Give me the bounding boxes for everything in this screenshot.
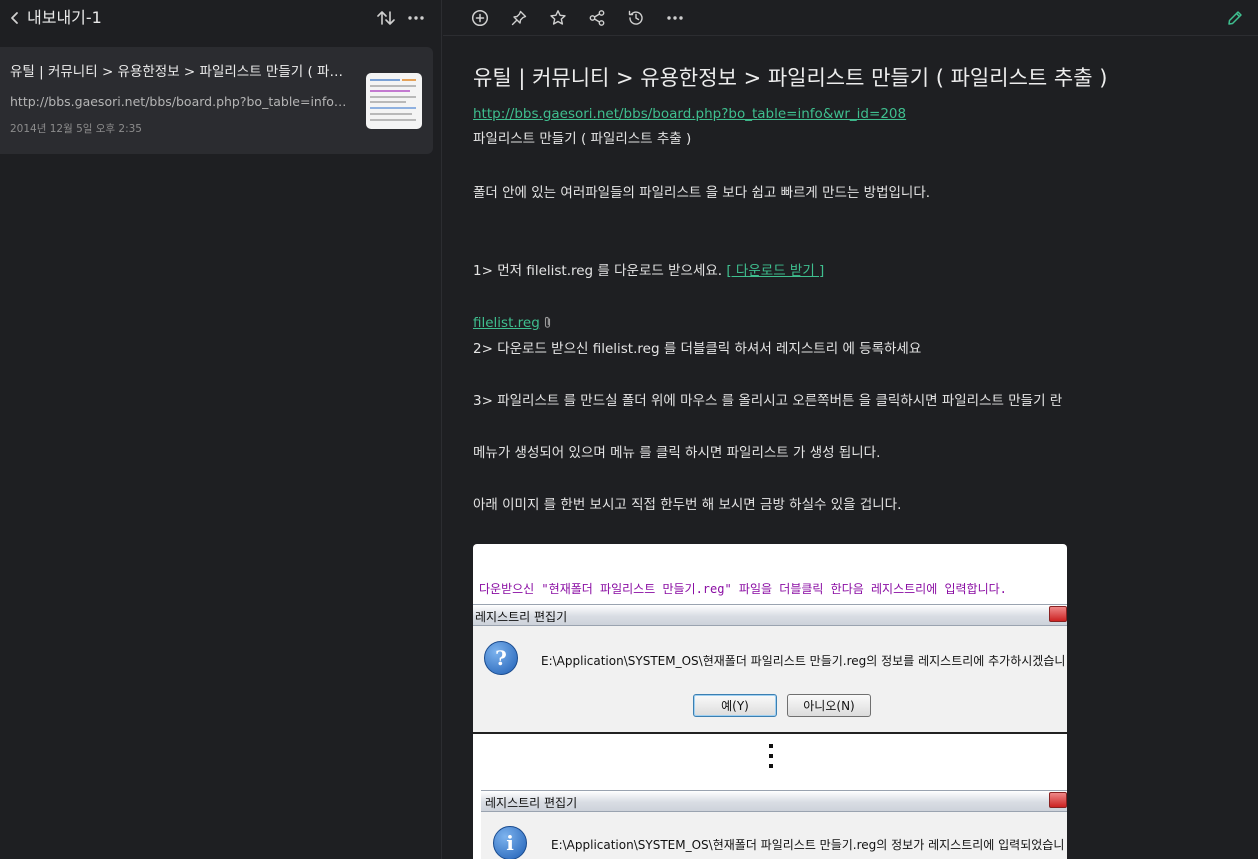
dialog-title: 레지스트리 편집기	[475, 610, 568, 624]
more-horizontal-icon	[408, 16, 424, 20]
image-divider	[473, 732, 1067, 734]
note-list-pane: 내보내기-1 유틸 | 커뮤니티 > 유용한정보 > 파일리스트 만들기 ( 파…	[0, 0, 442, 859]
dialog-message: E:\Application\SYSTEM_OS\현재폴더 파일리스트 만들기.…	[541, 654, 1066, 668]
favorite-button[interactable]	[546, 6, 570, 30]
note-subtitle: 파일리스트 만들기 ( 파일리스트 추출 )	[473, 131, 692, 147]
step-1-paragraph: 1> 먼저 filelist.reg 를 다운로드 받으세요. [ 다운로드 받…	[473, 261, 824, 281]
question-icon: ?	[484, 641, 518, 675]
more-horizontal-icon	[667, 16, 683, 20]
paperclip-icon	[544, 316, 550, 328]
note-editor-pane: 유틸 | 커뮤니티 > 유용한정보 > 파일리스트 만들기 ( 파일리스트 추출…	[443, 0, 1258, 859]
step-3-paragraph: 3> 파일리스트 를 만드실 폴더 위에 마우스 를 올리시고 오른쪽버튼 을 …	[473, 393, 1063, 409]
source-link[interactable]: http://bbs.gaesori.net/bbs/board.php?bo_…	[473, 106, 906, 122]
editor-toolbar	[443, 0, 1258, 36]
download-link[interactable]: [ 다운로드 받기 ]	[726, 263, 824, 279]
step-1-text: 1> 먼저 filelist.reg 를 다운로드 받으세요.	[473, 263, 723, 279]
history-button[interactable]	[624, 6, 648, 30]
attachment-link[interactable]: filelist.reg	[473, 315, 540, 331]
history-icon	[628, 10, 643, 25]
dialog-yes-button: 예(Y)	[693, 694, 777, 717]
note-list-more-button[interactable]	[404, 6, 428, 30]
note-list-header: 내보내기-1	[0, 0, 442, 36]
info-icon: i	[493, 826, 527, 859]
note-content: 유틸 | 커뮤니티 > 유용한정보 > 파일리스트 만들기 ( 파일리스트 추출…	[443, 37, 1258, 859]
note-title: 유틸 | 커뮤니티 > 유용한정보 > 파일리스트 만들기 ( 파일리스트 추출…	[473, 66, 1108, 90]
dialog-title: 레지스트리 편집기	[485, 796, 578, 810]
step-2-paragraph: 2> 다운로드 받으신 filelist.reg 를 더블클릭 하셔서 레지스트…	[473, 341, 922, 357]
dialog-close-icon	[1049, 606, 1067, 622]
sort-button[interactable]	[374, 6, 398, 30]
sort-arrows-icon	[377, 11, 395, 25]
intro-paragraph: 폴더 안에 있는 여러파일들의 파일리스트 을 보다 쉽고 빠르게 만드는 방법…	[473, 185, 931, 201]
star-icon	[550, 10, 566, 25]
pin-icon	[511, 10, 527, 26]
share-icon	[589, 10, 605, 26]
image-caption: 다운받으신 "현재폴더 파일리스트 만들기.reg" 파일을 더블클릭 한다음 …	[479, 582, 1007, 596]
add-circle-icon	[471, 9, 489, 27]
edit-button[interactable]	[1223, 6, 1247, 30]
registry-confirm-dialog: 레지스트리 편집기 ? E:\Application\SYSTEM_OS\현재폴…	[473, 604, 1067, 732]
dialog-titlebar: 레지스트리 편집기	[473, 604, 1067, 626]
attachment[interactable]: filelist.reg	[473, 313, 552, 333]
add-button[interactable]	[468, 6, 492, 30]
note-item-thumbnail	[366, 73, 422, 129]
registry-done-dialog: 레지스트리 편집기 i E:\Application\SYSTEM_OS\현재폴…	[481, 790, 1067, 859]
note-item-date: 2014년 12월 5일 오후 2:35	[10, 123, 142, 135]
back-button[interactable]	[4, 7, 26, 29]
notebook-title: 내보내기-1	[27, 8, 102, 27]
dialog-close-icon	[1049, 792, 1067, 808]
dialog-message: E:\Application\SYSTEM_OS\현재폴더 파일리스트 만들기.…	[551, 838, 1065, 852]
note-item-title: 유틸 | 커뮤니티 > 유용한정보 > 파일리스트 만들기 ( 파일리스트 추출…	[10, 64, 354, 80]
chevron-left-icon	[11, 12, 18, 24]
ellipsis-dots	[769, 744, 773, 774]
note-item-preview: http://bbs.gaesori.net/bbs/board.php?bo_…	[10, 94, 354, 109]
edit-pencil-icon	[1228, 11, 1242, 25]
dialog-no-button: 아니오(N)	[787, 694, 871, 717]
pin-button[interactable]	[507, 6, 531, 30]
dialog-titlebar: 레지스트리 편집기	[481, 790, 1067, 812]
outro-paragraph: 아래 이미지 를 한번 보시고 직접 한두번 해 보시면 금방 하실수 있을 겁…	[473, 497, 902, 513]
embedded-screenshot: 다운받으신 "현재폴더 파일리스트 만들기.reg" 파일을 더블클릭 한다음 …	[473, 544, 1067, 859]
step-3-continued: 메뉴가 생성되어 있으며 메뉴 를 클릭 하시면 파일리스트 가 생성 됩니다.	[473, 445, 881, 461]
editor-more-button[interactable]	[663, 6, 687, 30]
share-button[interactable]	[585, 6, 609, 30]
